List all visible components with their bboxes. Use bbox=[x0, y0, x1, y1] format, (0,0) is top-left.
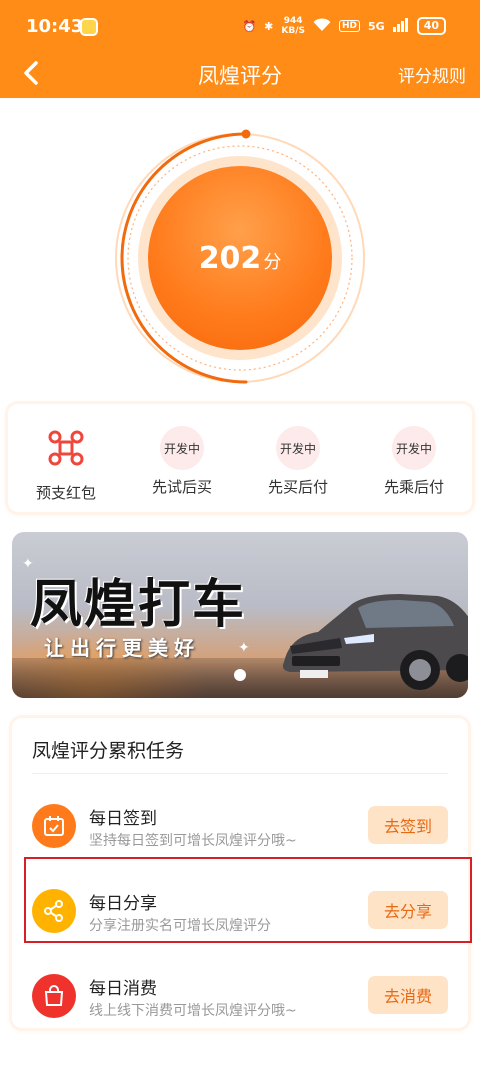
consume-button[interactable]: 去消费 bbox=[368, 976, 448, 1014]
sparkle-icon: ✦ bbox=[238, 640, 250, 656]
alarm-icon: ⏰ bbox=[242, 19, 257, 33]
feature-label: 先买后付 bbox=[267, 478, 328, 496]
feature-item[interactable]: 开发中 先试后买 bbox=[124, 404, 240, 512]
network-nodes-icon bbox=[44, 426, 88, 470]
feature-item[interactable]: 预支红包 bbox=[8, 404, 124, 512]
feature-badge: 开发中 bbox=[160, 426, 204, 470]
score-value: 202 bbox=[198, 240, 262, 276]
banner-pagination-dot[interactable] bbox=[234, 669, 246, 681]
feature-grid: 预支红包 开发中 先试后买 开发中 先买后付 开发中 先乘后付 bbox=[8, 404, 472, 512]
car-image bbox=[282, 594, 468, 690]
top-bar: 10:43 ⏰ ✱ 944 KB/S HD 5G 40 凤煌评分 评分规则 bbox=[0, 0, 480, 98]
network-speed-value: 944 bbox=[283, 16, 303, 26]
network-type: 5G bbox=[368, 19, 385, 33]
task-name: 每日签到 bbox=[89, 809, 157, 829]
battery-indicator: 40 bbox=[416, 17, 446, 35]
signal-icon bbox=[392, 17, 409, 35]
check-in-button[interactable]: 去签到 bbox=[368, 806, 448, 844]
score-unit: 分 bbox=[263, 252, 282, 273]
task-item: 每日消费 线上线下消费可增长凤煌评分哦~ 去消费 bbox=[12, 958, 468, 1042]
promo-banner[interactable]: ✦ ✦ 凤煌打车 让出行更美好 bbox=[12, 532, 468, 698]
shopping-bag-icon bbox=[32, 974, 76, 1018]
network-speed-unit: KB/S bbox=[281, 26, 305, 36]
score-ring: 202 分 bbox=[110, 126, 370, 386]
network-speed: 944 KB/S bbox=[281, 16, 305, 36]
status-bar: 10:43 ⏰ ✱ 944 KB/S HD 5G 40 bbox=[0, 0, 480, 52]
feature-item[interactable]: 开发中 先乘后付 bbox=[356, 404, 472, 512]
task-description: 坚持每日签到可增长凤煌评分哦~ bbox=[89, 833, 297, 849]
calendar-icon bbox=[32, 804, 76, 848]
app-notification-icon bbox=[80, 18, 98, 36]
feature-label: 预支红包 bbox=[35, 484, 96, 502]
feature-label: 先乘后付 bbox=[383, 478, 444, 496]
banner-tagline: 让出行更美好 bbox=[44, 636, 200, 660]
status-time: 10:43 bbox=[26, 16, 84, 37]
feature-label: 先试后买 bbox=[151, 478, 212, 496]
task-name: 每日消费 bbox=[89, 979, 157, 999]
tasks-title: 凤煌评分累积任务 bbox=[32, 740, 185, 762]
hd-badge: HD bbox=[338, 20, 360, 32]
bluetooth-icon: ✱ bbox=[264, 19, 274, 33]
feature-item[interactable]: 开发中 先买后付 bbox=[240, 404, 356, 512]
divider bbox=[32, 773, 448, 774]
task-description: 线上线下消费可增长凤煌评分哦~ bbox=[89, 1003, 297, 1019]
highlight-box bbox=[24, 857, 472, 943]
banner-headline: 凤煌打车 bbox=[30, 574, 247, 635]
score-display: 202 分 bbox=[148, 166, 332, 350]
status-icons: ⏰ ✱ 944 KB/S HD 5G 40 bbox=[242, 16, 446, 36]
score-rules-link[interactable]: 评分规则 bbox=[398, 62, 466, 87]
nav-bar: 凤煌评分 评分规则 bbox=[0, 52, 480, 98]
feature-badge: 开发中 bbox=[392, 426, 436, 470]
feature-badge: 开发中 bbox=[276, 426, 320, 470]
wifi-icon bbox=[313, 17, 331, 35]
